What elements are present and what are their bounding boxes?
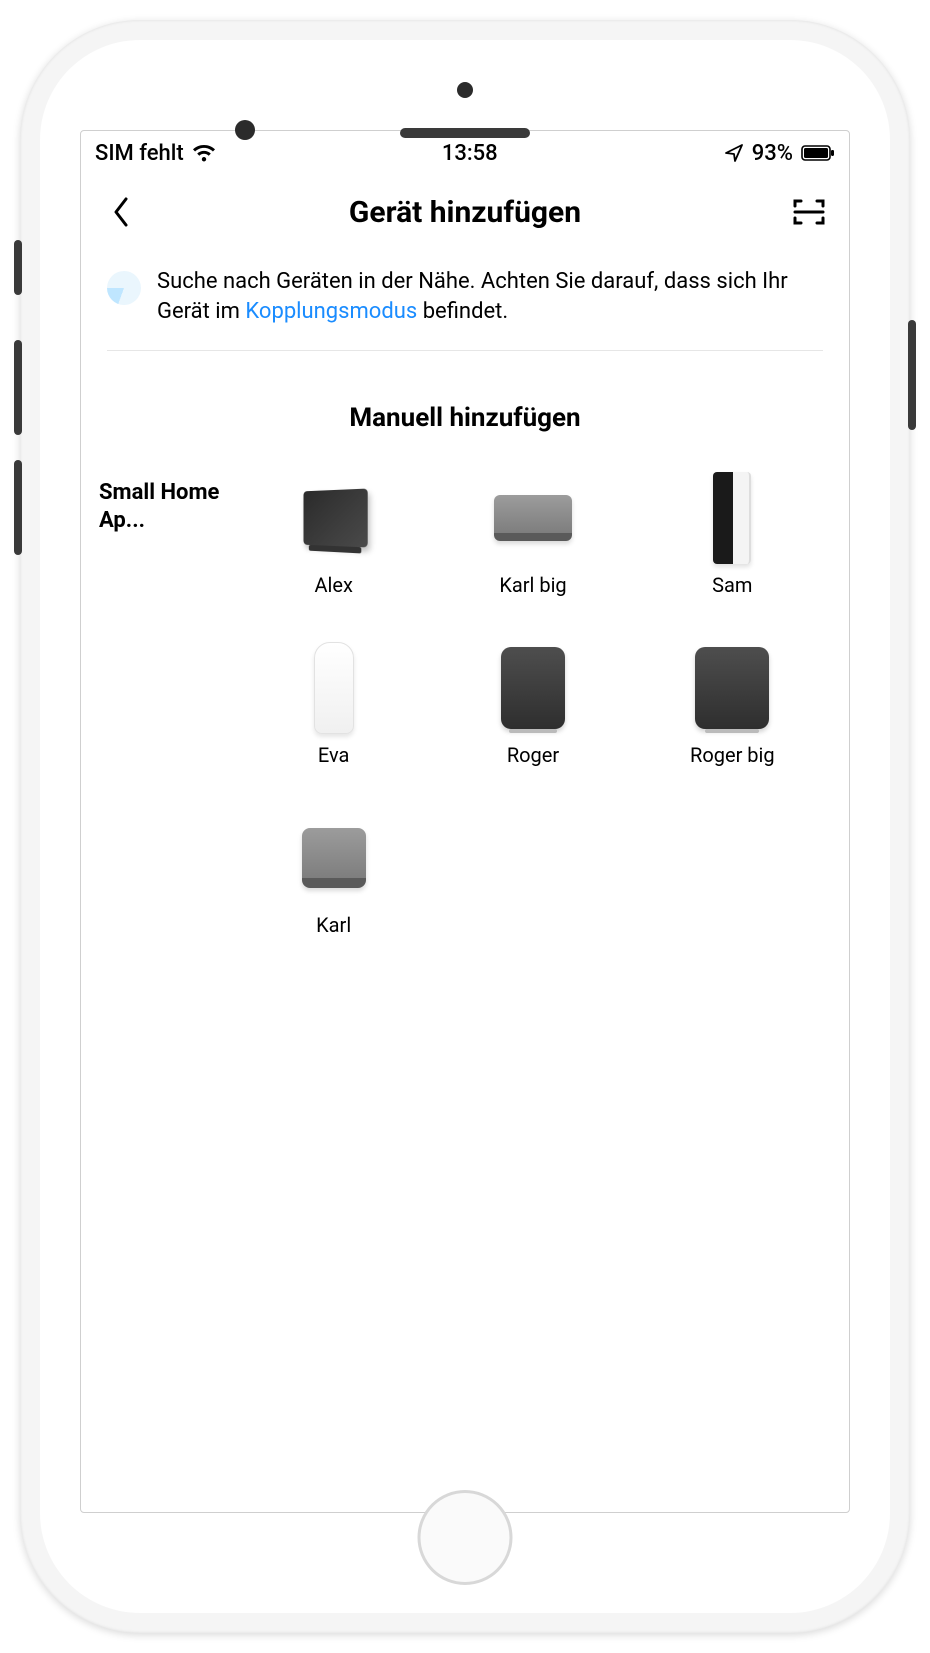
- device-item[interactable]: Karl: [239, 813, 428, 937]
- sensor-dot: [457, 82, 473, 98]
- battery-icon: [801, 145, 835, 161]
- pairing-info-post: befindet.: [417, 299, 508, 324]
- back-button[interactable]: [99, 190, 143, 234]
- chevron-left-icon: [110, 195, 132, 229]
- volume-down: [14, 460, 22, 555]
- phone-frame: SIM fehlt 13:58 93%: [20, 20, 910, 1633]
- device-label: Karl big: [499, 573, 566, 597]
- device-label: Roger: [507, 743, 559, 767]
- device-item[interactable]: Alex: [239, 473, 428, 597]
- manual-section-title: Manuell hinzufügen: [81, 403, 849, 433]
- device-item[interactable]: Roger big: [638, 643, 827, 767]
- device-label: Karl: [316, 913, 351, 937]
- screen: SIM fehlt 13:58 93%: [80, 130, 850, 1513]
- device-label: Sam: [712, 573, 752, 597]
- device-image: [289, 473, 379, 563]
- scan-button[interactable]: [787, 190, 831, 234]
- ear-speaker: [400, 128, 530, 138]
- wifi-icon: [192, 144, 216, 162]
- battery-pct: 93%: [752, 141, 793, 166]
- location-icon: [724, 143, 744, 163]
- device-item[interactable]: Roger: [438, 643, 627, 767]
- device-image: [488, 643, 578, 733]
- device-image: [289, 643, 379, 733]
- carrier-text: SIM fehlt: [95, 141, 184, 166]
- manual-content: Small Home Ap... Alex Karl big Sam Eva Roger…: [81, 473, 849, 937]
- device-grid: Alex Karl big Sam Eva Roger Roger big Karl: [239, 473, 831, 937]
- device-label: Eva: [318, 743, 350, 767]
- device-label: Alex: [314, 573, 352, 597]
- category-small-home-appliances[interactable]: Small Home Ap...: [99, 479, 239, 534]
- phone-bezel: SIM fehlt 13:58 93%: [40, 40, 890, 1613]
- mute-switch: [14, 240, 22, 295]
- pairing-info-text: Suche nach Geräten in der Nähe. Achten S…: [157, 267, 823, 326]
- home-button[interactable]: [418, 1490, 513, 1585]
- page-title: Gerät hinzufügen: [349, 195, 581, 230]
- pairing-mode-link[interactable]: Kopplungsmodus: [245, 299, 417, 324]
- divider: [107, 350, 823, 351]
- device-item[interactable]: Karl big: [438, 473, 627, 597]
- front-camera: [235, 120, 255, 140]
- device-label: Roger big: [690, 743, 775, 767]
- scan-icon: [792, 197, 826, 227]
- pairing-info: Suche nach Geräten in der Nähe. Achten S…: [81, 249, 849, 350]
- radar-icon: [107, 271, 141, 305]
- device-image: [687, 473, 777, 563]
- clock: 13:58: [442, 141, 498, 166]
- device-image: [289, 813, 379, 903]
- volume-up: [14, 340, 22, 435]
- device-item[interactable]: Sam: [638, 473, 827, 597]
- nav-bar: Gerät hinzufügen: [81, 175, 849, 249]
- device-item[interactable]: Eva: [239, 643, 428, 767]
- device-image: [687, 643, 777, 733]
- power-button: [908, 320, 916, 430]
- device-image: [488, 473, 578, 563]
- category-sidebar: Small Home Ap...: [99, 473, 239, 937]
